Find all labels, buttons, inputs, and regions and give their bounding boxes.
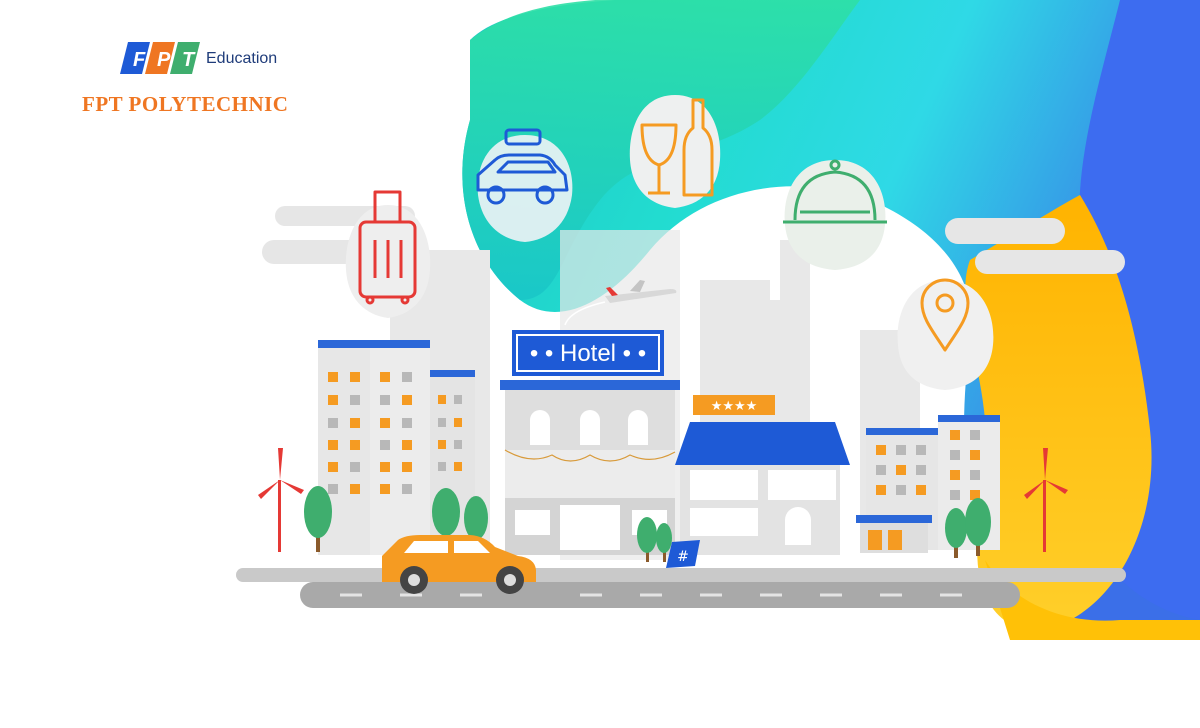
wine-bubble <box>629 95 721 208</box>
dish-bubble <box>783 159 887 270</box>
hotel-sign: • • Hotel • • <box>512 330 664 376</box>
svg-text:T: T <box>182 49 196 71</box>
road <box>236 568 1126 608</box>
svg-text:P: P <box>157 49 171 71</box>
hotel-sign-label: • • Hotel • • <box>530 340 646 367</box>
school-name: FPT POLYTECHNIC <box>82 92 289 116</box>
location-bubble <box>897 278 994 390</box>
education-label: Education <box>206 50 278 67</box>
hash-sign-label: # <box>677 549 689 565</box>
fpt-logo: F P T <box>120 42 200 74</box>
svg-text:F: F <box>133 49 146 71</box>
star-rating-sign: ★★★★ <box>711 399 758 414</box>
brand-block: F P T Education FPT POLYTECHNIC <box>82 38 380 128</box>
